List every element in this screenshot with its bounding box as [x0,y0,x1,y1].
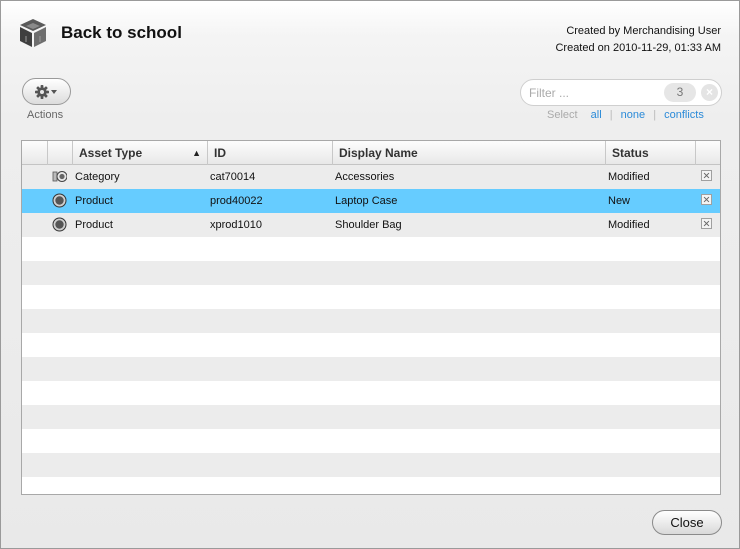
empty-row [22,309,720,333]
close-button[interactable]: Close [652,510,722,535]
gear-icon [34,84,57,99]
cell-status: New [608,195,631,207]
remove-row-icon[interactable] [701,170,712,181]
column-header-id[interactable]: ID [208,141,333,165]
project-meta: Created by Merchandising User Created on… [555,23,721,57]
cell-id: xprod1010 [210,219,262,231]
filter-input[interactable] [529,84,649,102]
select-none-link[interactable]: none [621,109,645,121]
cell-asset-type: Product [75,219,113,231]
category-icon [52,171,67,182]
column-header-checkbox[interactable] [22,141,48,165]
grid-rows: Category cat70014 Accessories Modified P… [22,165,720,494]
cell-status: Modified [608,219,650,231]
column-header-asset-type[interactable]: Asset Type ▲ [73,141,208,165]
dialog-title: Back to school [61,23,182,42]
filter-count-badge: 3 [664,83,696,102]
asset-dialog: Back to school Created by Merchandising … [0,0,740,549]
product-icon [52,193,67,208]
grid-header: Asset Type ▲ ID Display Name Status [22,141,720,165]
select-all-link[interactable]: all [591,109,602,121]
empty-row [22,333,720,357]
empty-row [22,237,720,261]
filter-box: 3 × [520,79,722,106]
empty-row [22,381,720,405]
empty-row [22,429,720,453]
boxes-icon [20,19,46,47]
dropdown-arrow-icon [50,89,57,94]
cell-asset-type: Category [75,171,120,183]
separator: | [653,109,657,121]
cell-id: prod40022 [210,195,263,207]
remove-row-icon[interactable] [701,218,712,229]
empty-row [22,285,720,309]
assets-grid: Asset Type ▲ ID Display Name Status Cate… [21,140,721,495]
cell-display-name: Laptop Case [335,195,398,207]
separator: | [609,109,613,121]
cell-id: cat70014 [210,171,256,183]
created-on: Created on 2010-11-29, 01:33 AM [555,42,721,54]
remove-row-icon[interactable] [701,194,712,205]
actions-button[interactable] [22,78,71,105]
empty-row [22,477,720,494]
select-label: Select [547,109,578,121]
table-row[interactable]: Category cat70014 Accessories Modified [22,165,720,189]
table-row[interactable]: Product xprod1010 Shoulder Bag Modified [22,213,720,237]
column-header-status[interactable]: Status [606,141,696,165]
empty-row [22,405,720,429]
column-header-icon[interactable] [48,141,73,165]
cell-display-name: Shoulder Bag [335,219,402,231]
empty-row [22,453,720,477]
empty-row [22,261,720,285]
select-links: Select all | none | conflicts [547,109,704,121]
cell-display-name: Accessories [335,171,395,183]
actions-label: Actions [27,109,64,121]
empty-row [22,357,720,381]
table-row[interactable]: Product prod40022 Laptop Case New [22,189,720,213]
created-by: Created by Merchandising User [566,25,721,37]
product-icon [52,217,67,232]
select-conflicts-link[interactable]: conflicts [664,109,704,121]
cell-status: Modified [608,171,650,183]
sort-ascending-icon: ▲ [192,148,201,158]
cell-asset-type: Product [75,195,113,207]
column-header-display-name[interactable]: Display Name [333,141,606,165]
clear-filter-icon[interactable]: × [701,84,718,101]
